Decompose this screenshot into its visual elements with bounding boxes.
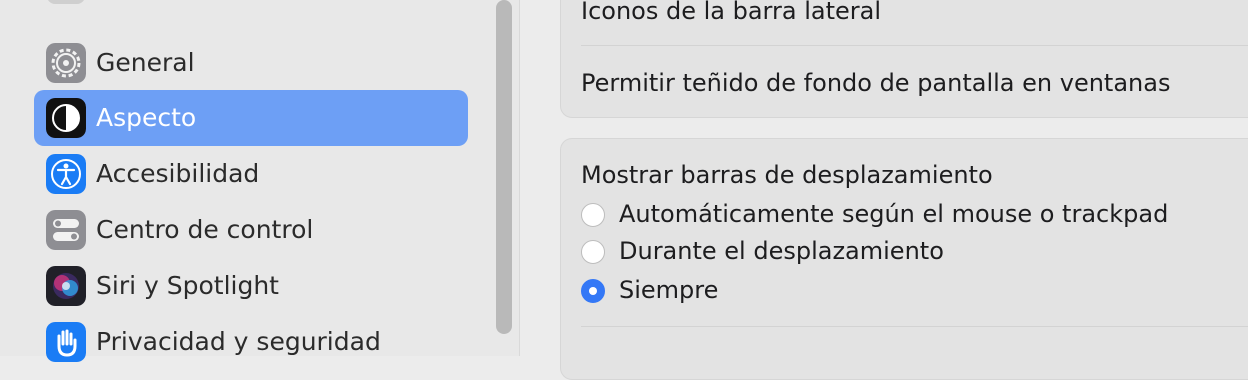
- scrollbars-card: Mostrar barras de desplazamiento Automát…: [560, 138, 1248, 380]
- accessibility-icon: [46, 154, 86, 194]
- radio-label: Durante el desplazamiento: [619, 237, 944, 265]
- main-content: Iconos de la barra lateral Permitir teñi…: [520, 0, 1248, 380]
- radio-label: Siempre: [619, 276, 719, 304]
- sidebar-item-aspecto[interactable]: Aspecto: [34, 90, 468, 146]
- sidebar-item-privacidad-y-seguridad[interactable]: Privacidad y seguridad: [34, 314, 468, 370]
- sidebar: General Aspecto Accesibilidad Centro de …: [0, 0, 520, 362]
- scrollbar-thumb[interactable]: [496, 0, 512, 334]
- wallpaper-tint-setting[interactable]: Permitir teñido de fondo de pantalla en …: [581, 69, 1170, 97]
- appearance-icon: [46, 98, 86, 138]
- sidebar-item-centro-de-control[interactable]: Centro de control: [34, 202, 468, 258]
- sidebar-item-general[interactable]: General: [34, 35, 468, 91]
- scrollbars-title: Mostrar barras de desplazamiento: [581, 161, 993, 189]
- sidebar-item-accesibilidad[interactable]: Accesibilidad: [34, 146, 468, 202]
- row-divider: [581, 326, 1248, 327]
- sidebar-item-label: Privacidad y seguridad: [96, 327, 381, 356]
- sidebar-item-label: Centro de control: [96, 215, 314, 244]
- row-divider: [581, 45, 1248, 46]
- sidebar-icons-setting[interactable]: Iconos de la barra lateral: [581, 0, 881, 25]
- siri-icon: [46, 266, 86, 306]
- sidebar-item-label: General: [96, 48, 195, 77]
- control-center-icon: [46, 210, 86, 250]
- radio-label: Automáticamente según el mouse o trackpa…: [619, 200, 1169, 228]
- sidebar-item-label: Accesibilidad: [96, 159, 260, 188]
- gear-icon: [46, 43, 86, 83]
- sidebar-item-label: Aspecto: [96, 103, 197, 132]
- radio-button[interactable]: [581, 240, 605, 264]
- sidebar-item-siri-y-spotlight[interactable]: Siri y Spotlight: [34, 258, 468, 314]
- sidebar-scrollbar[interactable]: [496, 0, 512, 356]
- hand-icon: [46, 322, 86, 362]
- sidebar-options-card: Iconos de la barra lateral Permitir teñi…: [560, 0, 1248, 118]
- radio-button-selected[interactable]: [581, 279, 605, 303]
- sidebar-item-label: Siri y Spotlight: [96, 271, 279, 300]
- cut-off-icon: [47, 0, 85, 4]
- radio-button[interactable]: [581, 203, 605, 227]
